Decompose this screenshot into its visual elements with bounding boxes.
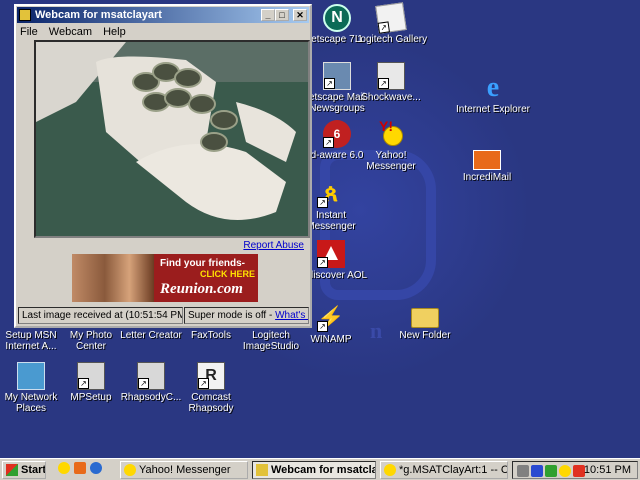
taskbar-button-label: Webcam for msatcla... — [271, 464, 376, 476]
ie-icon: e — [486, 72, 500, 103]
start-label: Start — [21, 464, 46, 476]
minimize-button[interactable]: _ — [261, 9, 275, 21]
status-bar: Last image received at (10:51:54 PM) Sup… — [18, 307, 309, 324]
menu-bar: File Webcam Help — [16, 24, 310, 40]
webcam-icon — [256, 464, 268, 476]
icon-label: Internet Explorer — [456, 104, 530, 115]
media-player-quicklaunch-icon[interactable] — [90, 462, 102, 474]
whats-this-link[interactable]: What's this? — [275, 310, 308, 321]
icon-label: Shockwave... — [361, 92, 421, 103]
yahoo-tray-icon[interactable] — [559, 465, 571, 477]
desktop-icon-shockwave[interactable]: ↗ Shockwave... — [354, 62, 428, 103]
quick-launch — [52, 459, 114, 479]
webcam-app-icon — [19, 9, 31, 21]
webcam-video-frame — [34, 40, 310, 238]
report-abuse-link[interactable]: Report Abuse — [243, 240, 304, 251]
aol-icon: ↗ — [317, 240, 345, 268]
folder-icon — [411, 308, 439, 328]
taskbar-button-label: *g.MSATClayArt:1 -- Chat — [399, 464, 507, 476]
ad-photo — [72, 254, 154, 302]
icon-label: Logitech ImageStudio — [242, 330, 300, 352]
yahoo-icon: Y! — [377, 118, 405, 148]
taskbar-button-label: Yahoo! Messenger — [139, 464, 231, 476]
webcam-window: Webcam for msatclayart _ □ ✕ File Webcam… — [14, 4, 312, 328]
desktop-icon-logitech-gallery[interactable]: ↗ Logitech Gallery — [354, 2, 428, 45]
chat-icon — [384, 464, 396, 476]
network-icon — [17, 362, 45, 390]
shockwave-icon: ↗ — [377, 62, 405, 90]
clock[interactable]: 10:51 PM — [584, 462, 631, 478]
icon-label: IncrediMail — [462, 172, 512, 183]
taskbar: Start Yahoo! Messenger Webcam for msatcl… — [0, 458, 640, 480]
icon-label: Logitech Gallery — [354, 34, 428, 45]
taskbar-button-chat[interactable]: *g.MSATClayArt:1 -- Chat — [380, 461, 508, 479]
taskbar-button-yahoo-messenger[interactable]: Yahoo! Messenger — [120, 461, 248, 479]
ad-cta: CLICK HERE — [200, 269, 256, 279]
reunion-ad-banner[interactable]: Find your friends- CLICK HERE Reunion.co… — [72, 254, 258, 302]
desktop-icon-internet-explorer[interactable]: e Internet Explorer — [456, 72, 530, 116]
menu-file[interactable]: File — [20, 26, 38, 38]
close-button[interactable]: ✕ — [293, 9, 307, 21]
yahoo-quicklaunch-icon[interactable] — [58, 462, 70, 474]
speaker-icon[interactable] — [517, 465, 529, 477]
menu-help[interactable]: Help — [103, 26, 126, 38]
taskbar-button-webcam[interactable]: Webcam for msatcla... — [252, 461, 376, 479]
status-super-mode: Super mode is off - What's this? — [184, 307, 309, 324]
window-title: Webcam for msatclayart — [35, 9, 162, 21]
desktop-icon-yahoo-messenger[interactable]: Y! Yahoo! Messenger — [354, 118, 428, 172]
network-tray-icon[interactable] — [531, 465, 543, 477]
gallery-icon: ↗ — [375, 2, 407, 34]
antivirus-tray-icon[interactable] — [545, 465, 557, 477]
adaware-icon: 6 ↗ — [323, 120, 351, 148]
incredimail-quicklaunch-icon[interactable] — [74, 462, 86, 474]
incredimail-icon — [473, 150, 501, 170]
rhapsody-icon: ↗ — [137, 362, 165, 390]
status-super-mode-text: Super mode is off - — [188, 310, 276, 321]
start-button[interactable]: Start — [2, 461, 46, 479]
system-tray: 10:51 PM — [512, 461, 638, 479]
aim-icon: ጰ ↗ — [317, 180, 345, 208]
windows-logo-icon — [6, 464, 18, 476]
yahoo-icon — [124, 464, 136, 476]
webcam-image — [36, 42, 308, 236]
icon-label: New Folder — [399, 330, 451, 341]
winamp-icon: ⚡ ↗ — [317, 305, 345, 332]
mail-icon: ↗ — [323, 62, 351, 90]
ad-headline: Find your friends- — [160, 258, 245, 269]
status-last-image-text: Last image received at (10:51:54 PM) — [22, 310, 183, 321]
menu-webcam[interactable]: Webcam — [49, 26, 92, 38]
netscape-icon: N — [323, 4, 351, 32]
icon-label: Yahoo! Messenger — [366, 150, 416, 172]
desktop-icon-incredimail[interactable]: IncrediMail — [450, 146, 524, 183]
rhapsody-icon: R ↗ — [197, 362, 225, 390]
wallpaper-logo-letter: n — [370, 318, 383, 343]
ad-brand: Reunion.com — [160, 281, 243, 297]
desktop-icon-comcast-rhapsody[interactable]: R ↗ Comcast Rhapsody — [174, 362, 248, 414]
setup-icon: ↗ — [77, 362, 105, 390]
icon-label: Comcast Rhapsody — [188, 392, 234, 414]
desktop-icon-new-folder[interactable]: New Folder — [388, 304, 462, 341]
status-last-image: Last image received at (10:51:54 PM) — [18, 307, 183, 324]
window-titlebar[interactable]: Webcam for msatclayart _ □ ✕ — [17, 7, 309, 23]
maximize-button[interactable]: □ — [275, 9, 289, 21]
